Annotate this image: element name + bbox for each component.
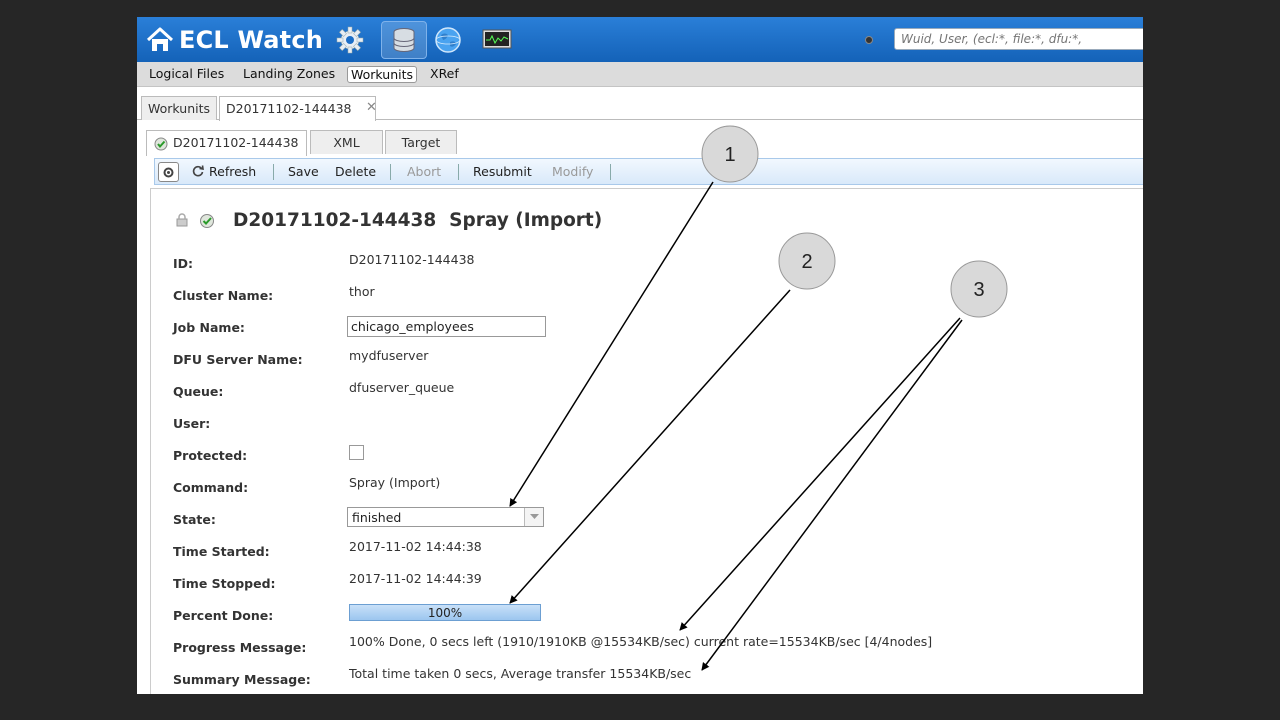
- refresh-icon[interactable]: [191, 164, 205, 178]
- status-indicator: [865, 36, 873, 44]
- refresh-button[interactable]: Refresh: [209, 164, 256, 179]
- globe-icon[interactable]: [431, 23, 465, 57]
- menu-landing-zones[interactable]: Landing Zones: [240, 66, 338, 83]
- tab-xml[interactable]: XML: [310, 130, 383, 154]
- percent-done-value: 100%: [427, 606, 463, 620]
- chevron-down-icon[interactable]: [524, 508, 543, 526]
- protected-label: Protected:: [173, 448, 248, 463]
- time-stopped-value: 2017-11-02 14:44:39: [349, 571, 482, 586]
- user-label: User:: [173, 416, 211, 431]
- abort-button[interactable]: Abort: [407, 164, 441, 179]
- resubmit-button[interactable]: Resubmit: [473, 164, 532, 179]
- time-stopped-label: Time Stopped:: [173, 576, 276, 591]
- app-logo[interactable]: ECL Watch: [145, 25, 323, 55]
- queue-value: dfuserver_queue: [349, 380, 455, 395]
- command-label: Command:: [173, 480, 249, 495]
- database-icon[interactable]: [381, 21, 427, 59]
- command-value: Spray (Import): [349, 475, 441, 490]
- menu-workunits[interactable]: Workunits: [347, 66, 417, 83]
- tab-workunits[interactable]: Workunits: [141, 96, 217, 120]
- cluster-name-value: thor: [349, 284, 375, 299]
- progress-message-label: Progress Message:: [173, 640, 307, 655]
- delete-button[interactable]: Delete: [335, 164, 376, 179]
- outer-tab-strip: Workunits D20171102-144438: [137, 87, 1143, 121]
- workunit-status-icon: [200, 214, 214, 228]
- queue-label: Queue:: [173, 384, 224, 399]
- job-name-input[interactable]: [347, 316, 546, 337]
- app-title: ECL Watch: [179, 26, 324, 54]
- menu-logical-files[interactable]: Logical Files: [146, 66, 227, 83]
- toolbar-divider: [610, 164, 611, 180]
- progress-message-value: 100% Done, 0 secs left (1910/1910KB @155…: [349, 634, 933, 649]
- protected-checkbox[interactable]: [349, 445, 364, 460]
- id-value: D20171102-144438: [349, 252, 475, 267]
- state-select[interactable]: finished: [347, 507, 544, 527]
- content-border: [150, 188, 151, 694]
- id-label: ID:: [173, 256, 194, 271]
- tab-workunit-detail[interactable]: D20171102-144438: [219, 96, 377, 121]
- top-app-bar: ECL Watch: [137, 17, 1143, 62]
- tab-target[interactable]: Target: [385, 130, 457, 154]
- ecl-watch-window: ECL Watch Wuid, User, (ecl:*, file:*, df…: [137, 17, 1143, 694]
- page-title: D20171102-144438 Spray (Import): [233, 210, 603, 231]
- percent-done-progress-bar: 100%: [349, 604, 541, 621]
- job-name-label: Job Name:: [173, 320, 245, 335]
- heading-icons: [175, 213, 215, 229]
- percent-done-label: Percent Done:: [173, 608, 274, 623]
- state-label: State:: [173, 512, 216, 527]
- toolbar-divider: [273, 164, 274, 180]
- modify-button[interactable]: Modify: [552, 164, 593, 179]
- lock-icon: [176, 213, 188, 227]
- menu-xref[interactable]: XRef: [427, 66, 462, 83]
- cluster-name-label: Cluster Name:: [173, 288, 274, 303]
- close-tab-icon[interactable]: ✕: [366, 100, 377, 115]
- summary-message-label: Summary Message:: [173, 672, 311, 687]
- save-button[interactable]: Save: [288, 164, 319, 179]
- home-icon: [146, 27, 174, 51]
- workunit-status-icon: [154, 137, 168, 151]
- dfu-server-label: DFU Server Name:: [173, 352, 303, 367]
- secondary-menu: Logical Files Landing Zones Workunits XR…: [137, 62, 1143, 87]
- toolbar-menu-button[interactable]: [158, 162, 179, 182]
- tab-summary[interactable]: D20171102-144438: [146, 130, 308, 156]
- dfu-server-value: mydfuserver: [349, 348, 429, 363]
- search-input[interactable]: [894, 28, 1143, 50]
- time-started-value: 2017-11-02 14:44:38: [349, 539, 482, 554]
- settings-icon: [163, 167, 174, 177]
- monitor-icon[interactable]: [480, 23, 514, 57]
- gear-icon[interactable]: [333, 23, 367, 57]
- toolbar-divider: [390, 164, 391, 180]
- summary-message-value: Total time taken 0 secs, Average transfe…: [349, 666, 692, 681]
- tab-summary-label: D20171102-144438: [173, 135, 299, 150]
- action-toolbar: Refresh Save Delete Abort Resubmit Modif…: [154, 158, 1143, 185]
- content-border: [150, 188, 1143, 189]
- time-started-label: Time Started:: [173, 544, 270, 559]
- state-value: finished: [352, 510, 402, 525]
- toolbar-divider: [458, 164, 459, 180]
